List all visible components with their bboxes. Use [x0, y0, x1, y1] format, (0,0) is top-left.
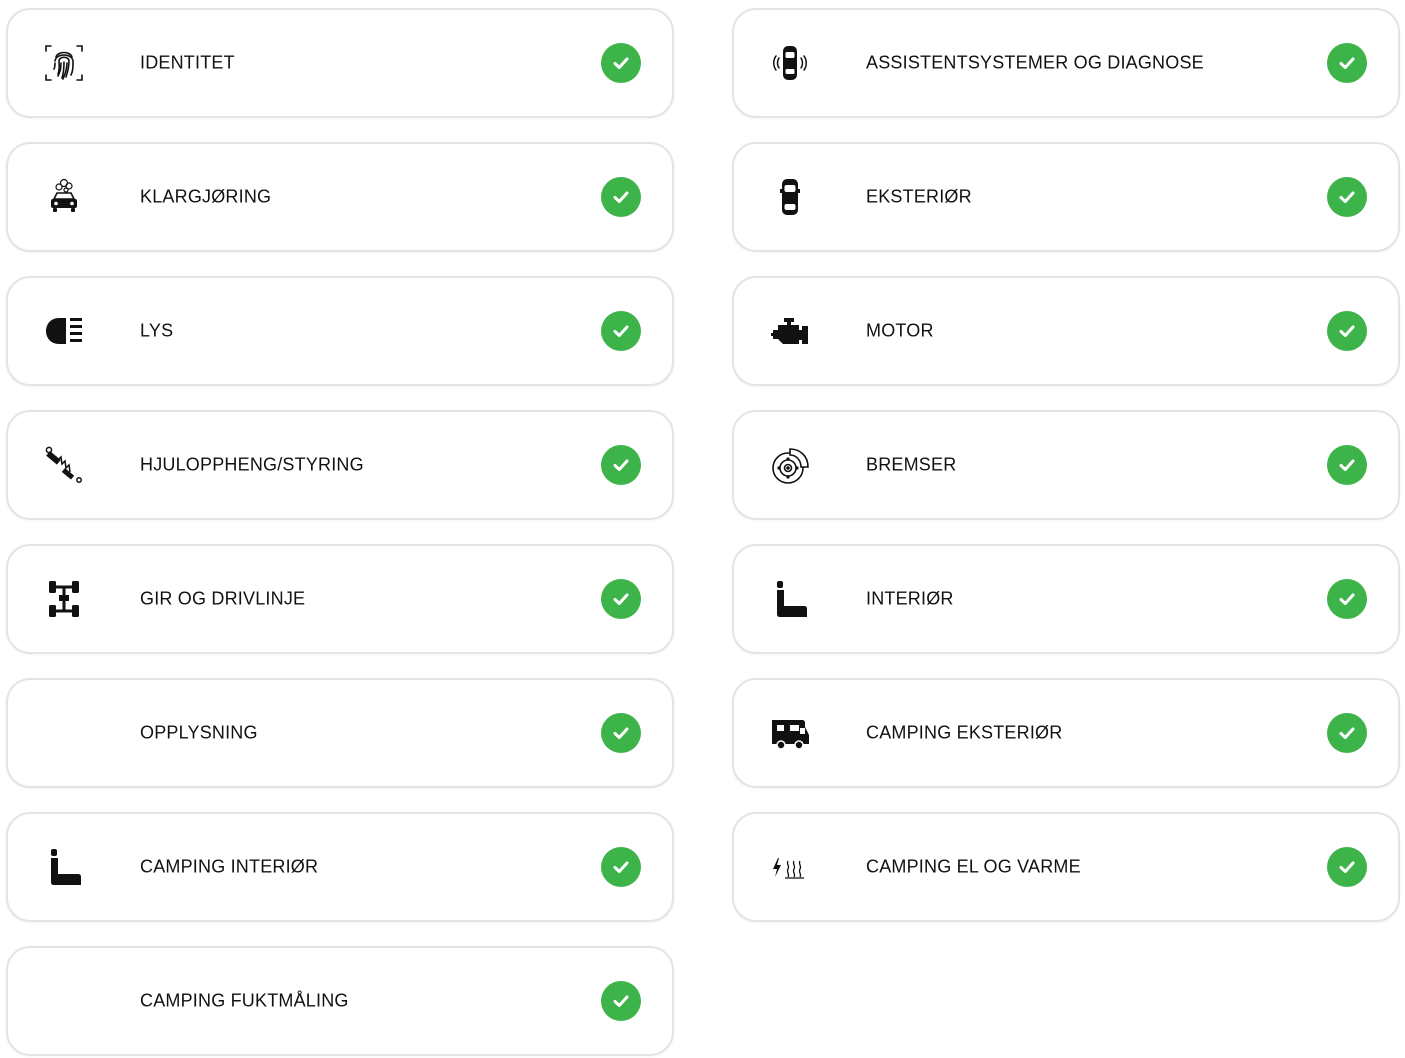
camper-van-icon	[768, 711, 812, 755]
category-card-bremser[interactable]: BREMSER	[732, 410, 1400, 520]
check-circle-icon	[1327, 579, 1367, 619]
category-label: KLARGJØRING	[140, 186, 272, 207]
category-label: OPPLYSNING	[140, 722, 258, 743]
category-card-camping-interior[interactable]: CAMPING INTERIØR	[6, 812, 674, 922]
category-card-camping-el[interactable]: CAMPING EL OG VARME	[732, 812, 1400, 922]
car-top-icon	[768, 175, 812, 219]
check-circle-icon	[601, 43, 641, 83]
shock-absorber-icon	[42, 443, 86, 487]
check-circle-icon	[601, 713, 641, 753]
category-card-interior[interactable]: INTERIØR	[732, 544, 1400, 654]
category-card-eksterior[interactable]: EKSTERIØR	[732, 142, 1400, 252]
electric-heat-icon	[768, 845, 812, 889]
check-circle-icon	[601, 311, 641, 351]
category-card-hjuloppheng[interactable]: HJULOPPHENG/STYRING	[6, 410, 674, 520]
category-label: CAMPING EL OG VARME	[866, 856, 1081, 877]
category-label: CAMPING FUKTMÅLING	[140, 990, 349, 1011]
check-circle-icon	[601, 177, 641, 217]
category-card-lys[interactable]: LYS	[6, 276, 674, 386]
category-label: HJULOPPHENG/STYRING	[140, 454, 364, 475]
headlight-icon	[42, 309, 86, 353]
drivetrain-icon	[42, 577, 86, 621]
check-circle-icon	[1327, 43, 1367, 83]
check-circle-icon	[1327, 713, 1367, 753]
engine-icon	[768, 309, 812, 353]
brake-disc-icon	[768, 443, 812, 487]
category-label: CAMPING EKSTERIØR	[866, 722, 1063, 743]
category-label: IDENTITET	[140, 52, 235, 73]
check-circle-icon	[601, 579, 641, 619]
category-card-opplysning[interactable]: OPPLYSNING	[6, 678, 674, 788]
check-circle-icon	[1327, 847, 1367, 887]
check-circle-icon	[601, 981, 641, 1021]
category-card-assistentsystemer[interactable]: ASSISTENTSYSTEMER OG DIAGNOSE	[732, 8, 1400, 118]
check-circle-icon	[601, 847, 641, 887]
inspection-category-grid: IDENTITET ASSISTENTSYSTEMER OG DIAGNOSE	[6, 8, 1400, 1056]
category-label: CAMPING INTERIØR	[140, 856, 319, 877]
category-label: ASSISTENTSYSTEMER OG DIAGNOSE	[866, 52, 1204, 73]
category-label: EKSTERIØR	[866, 186, 972, 207]
check-circle-icon	[1327, 445, 1367, 485]
car-wash-icon	[42, 175, 86, 219]
check-circle-icon	[601, 445, 641, 485]
category-label: LYS	[140, 320, 174, 341]
category-card-camping-eksterior[interactable]: CAMPING EKSTERIØR	[732, 678, 1400, 788]
category-card-motor[interactable]: MOTOR	[732, 276, 1400, 386]
fingerprint-icon	[42, 41, 86, 85]
check-circle-icon	[1327, 311, 1367, 351]
category-label: GIR OG DRIVLINJE	[140, 588, 306, 609]
seat-icon	[768, 577, 812, 621]
category-label: BREMSER	[866, 454, 957, 475]
category-card-identitet[interactable]: IDENTITET	[6, 8, 674, 118]
category-card-klargjoring[interactable]: KLARGJØRING	[6, 142, 674, 252]
category-card-gir[interactable]: GIR OG DRIVLINJE	[6, 544, 674, 654]
category-label: MOTOR	[866, 320, 934, 341]
category-card-camping-fuktmaling[interactable]: CAMPING FUKTMÅLING	[6, 946, 674, 1056]
check-circle-icon	[1327, 177, 1367, 217]
car-sensors-icon	[768, 41, 812, 85]
category-label: INTERIØR	[866, 588, 954, 609]
seat-icon	[42, 845, 86, 889]
